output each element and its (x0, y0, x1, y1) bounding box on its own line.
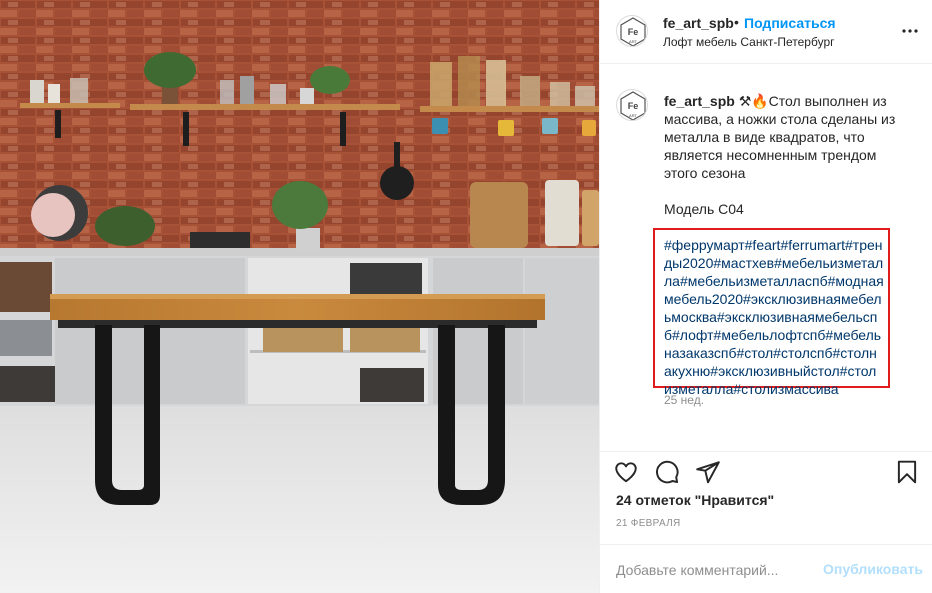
send-icon[interactable] (695, 459, 721, 485)
heart-icon[interactable] (613, 459, 639, 485)
post-photo[interactable] (0, 0, 599, 593)
loft-table-photo (0, 0, 599, 593)
brand-logo-icon: Fe ART (620, 17, 646, 46)
separator-dot: • (734, 14, 739, 30)
avatar-logo-subtext: ART (629, 39, 637, 44)
avatar-logo-text: Fe (628, 101, 639, 111)
comment-icon[interactable] (654, 459, 680, 485)
likes-count[interactable]: 24 отметок "Нравится" (616, 492, 774, 508)
follow-button[interactable]: Подписаться (744, 15, 836, 31)
avatar[interactable]: Fe ART (616, 15, 648, 47)
post-location[interactable]: Лофт мебель Санкт-Петербург (663, 35, 835, 49)
post-header: Fe ART fe_art_spb • Подписаться Лофт меб… (600, 0, 932, 64)
publish-button[interactable]: Опубликовать (823, 561, 923, 577)
brand-logo-icon: Fe ART (620, 91, 646, 120)
caption-text-block: fe_art_spb ⚒🔥Стол выполнен из массива, а… (664, 92, 912, 218)
caption-avatar[interactable]: Fe ART (616, 89, 648, 121)
more-options-icon[interactable] (900, 21, 920, 41)
avatar-logo-subtext: ART (629, 113, 637, 118)
comment-bar: Опубликовать (600, 544, 932, 593)
bookmark-icon[interactable] (894, 459, 920, 485)
caption-username[interactable]: fe_art_spb (664, 93, 735, 109)
action-bar (600, 452, 932, 492)
caption-model: Модель С04 (664, 201, 744, 217)
avatar-logo-text: Fe (628, 27, 639, 37)
post-date[interactable]: 21 ФЕВРАЛЯ (616, 518, 681, 529)
comment-input[interactable] (616, 560, 816, 580)
caption-hashtags[interactable]: #феррумарт#feart#ferrumart#тренды2020#ма… (664, 236, 884, 398)
post-username[interactable]: fe_art_spb (663, 15, 734, 31)
